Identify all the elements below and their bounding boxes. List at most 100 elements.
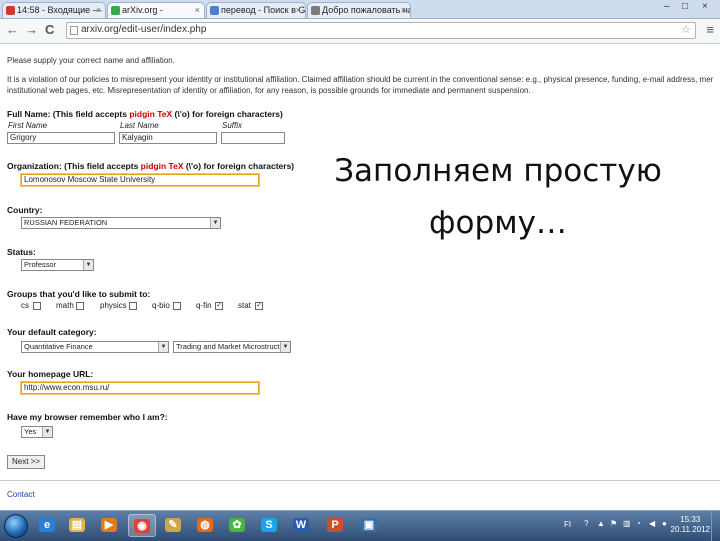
clock-time: 15:33 [680, 515, 701, 524]
status-label: Status: [7, 247, 36, 257]
homepage-field[interactable]: http://www.econ.msu.ru/ [21, 382, 259, 394]
maximize-button[interactable]: □ [682, 1, 688, 12]
minimize-button[interactable]: – [664, 1, 670, 12]
taskbar-app-skype[interactable]: S [256, 514, 284, 537]
default-category-value: Quantitative Finance [24, 342, 93, 351]
close-icon[interactable]: × [195, 3, 200, 18]
group-stat-checkbox[interactable]: ✓ [255, 302, 263, 310]
chevron-up-icon[interactable]: ▲ [597, 519, 605, 528]
browser-toolbar: ← → C arxiv.org/edit-user/index.php ☆ ≡ [0, 19, 720, 44]
back-button[interactable]: ← [6, 22, 19, 37]
caption-line-2: форму… [429, 205, 567, 241]
forward-button[interactable]: → [25, 22, 38, 37]
taskbar: e ▤ ▶ ◉ ✎ ◍ ✿ S W P ▣ FI ? ▲ ⚑ ▥ ◔ ◀ ● 15:33 20.11… [0, 510, 720, 541]
country-select[interactable]: RUSSIAN FEDERATION ▼ [21, 217, 221, 229]
chevron-down-icon: ▼ [42, 427, 52, 437]
close-icon[interactable]: × [296, 3, 301, 18]
country-label: Country: [7, 205, 43, 215]
chrome-icon: ◉ [134, 519, 150, 533]
group-qfin-checkbox[interactable]: ✓ [215, 302, 223, 310]
close-icon[interactable]: × [96, 3, 101, 18]
reload-button[interactable]: C [45, 22, 54, 37]
group-stat-label: stat [238, 301, 251, 310]
tab-strip: 14:58 - Входящие — Яндекс × arXiv.org - … [0, 0, 720, 19]
tab-welcome[interactable]: Добро пожаловать на сай × [307, 2, 411, 18]
slide-caption: Заполняем простую форму… [282, 145, 714, 249]
last-name-label: Last Name [120, 121, 159, 130]
ie-icon: e [39, 518, 55, 532]
bookmark-star-icon[interactable]: ☆ [681, 23, 691, 36]
taskbar-app-ie[interactable]: e [34, 514, 62, 537]
taskbar-app-powerpoint[interactable]: P [322, 514, 350, 537]
word-icon: W [293, 518, 309, 532]
default-category-select[interactable]: Quantitative Finance ▼ [21, 341, 169, 353]
group-cs-label: cs [21, 301, 29, 310]
taskbar-app-picture[interactable]: ▣ [356, 514, 384, 537]
contact-link[interactable]: Contact [7, 490, 35, 499]
next-button[interactable]: Next >> [7, 455, 46, 469]
taskbar-app-media[interactable]: ▶ [96, 514, 124, 537]
remember-select[interactable]: Yes ▼ [21, 426, 53, 438]
status-select[interactable]: Professor ▼ [21, 259, 94, 271]
organization-field[interactable]: Lomonosov Moscow State University [21, 174, 259, 186]
tab-title: Добро пожаловать на сай [322, 5, 410, 15]
taskbar-app-explorer[interactable]: ▤ [64, 514, 92, 537]
taskbar-app-chrome[interactable]: ◉ [128, 514, 156, 537]
page-content: Please supply your correct name and affi… [0, 44, 720, 510]
group-physics-checkbox[interactable] [129, 302, 137, 310]
suffix-field[interactable] [221, 132, 285, 144]
page-icon [311, 6, 320, 15]
first-name-label: First Name [8, 121, 48, 130]
last-name-field[interactable]: Kalyagin [119, 132, 217, 144]
tab-google-search[interactable]: перевод - Поиск в Google × [206, 2, 306, 18]
group-math-label: math [56, 301, 74, 310]
wrench-menu-icon[interactable]: ≡ [706, 22, 714, 37]
taskbar-app-word[interactable]: W [288, 514, 316, 537]
icq-icon: ✿ [229, 518, 245, 532]
chevron-down-icon: ▼ [280, 342, 290, 352]
country-value: RUSSIAN FEDERATION [24, 218, 108, 227]
group-physics-label: physics [100, 301, 127, 310]
notes-icon: ✎ [165, 518, 181, 532]
group-qbio-label: q-bio [152, 301, 170, 310]
pidgin-tex-link[interactable]: pidgin TeX [129, 109, 172, 119]
close-window-button[interactable]: × [702, 1, 708, 12]
close-icon[interactable]: × [401, 3, 406, 18]
tab-yandex-mail[interactable]: 14:58 - Входящие — Яндекс × [2, 2, 106, 18]
yandex-mail-icon [6, 6, 15, 15]
group-math-checkbox[interactable] [76, 302, 84, 310]
tab-arxiv[interactable]: arXiv.org - × [107, 2, 205, 18]
group-qbio-checkbox[interactable] [173, 302, 181, 310]
first-name-field[interactable]: Grigory [7, 132, 115, 144]
suffix-label: Suffix [222, 121, 243, 130]
group-qfin-label: q-fin [196, 301, 212, 310]
flag-icon[interactable]: ⚑ [610, 519, 617, 528]
arxiv-icon [111, 6, 120, 15]
antivirus-icon[interactable]: ● [662, 519, 667, 528]
network-icon[interactable]: ▥ [623, 519, 631, 528]
homepage-label: Your homepage URL: [7, 369, 94, 379]
chevron-down-icon: ▼ [83, 260, 93, 270]
start-button[interactable] [4, 514, 28, 538]
taskbar-app-firefox[interactable]: ◍ [192, 514, 220, 537]
tab-title: arXiv.org - [122, 5, 163, 15]
tab-title: 14:58 - Входящие — Яндекс [17, 5, 105, 15]
default-subcategory-select[interactable]: Trading and Market Microstructure ▼ [173, 341, 291, 353]
address-bar[interactable]: arxiv.org/edit-user/index.php ☆ [66, 22, 696, 39]
clock[interactable]: 15:33 20.11.2012 [671, 515, 710, 535]
help-icon[interactable]: ? [584, 519, 588, 528]
language-indicator[interactable]: FI [564, 520, 571, 529]
policy-text: It is a violation of our policies to mis… [7, 75, 713, 84]
taskbar-app-notes[interactable]: ✎ [160, 514, 188, 537]
group-cs-checkbox[interactable] [33, 302, 41, 310]
signal-icon[interactable]: ◔ [636, 519, 641, 528]
status-value: Professor [24, 260, 57, 269]
default-category-label: Your default category: [7, 327, 97, 337]
policy-text-cont: institutional web pages, etc. Misreprese… [7, 86, 531, 95]
firefox-icon: ◍ [197, 518, 213, 532]
volume-icon[interactable]: ◀ [649, 519, 655, 528]
pidgin-tex-link[interactable]: pidgin TeX [141, 161, 184, 171]
explorer-icon: ▤ [69, 518, 85, 532]
taskbar-app-icq[interactable]: ✿ [224, 514, 252, 537]
show-desktop-button[interactable] [711, 511, 720, 541]
